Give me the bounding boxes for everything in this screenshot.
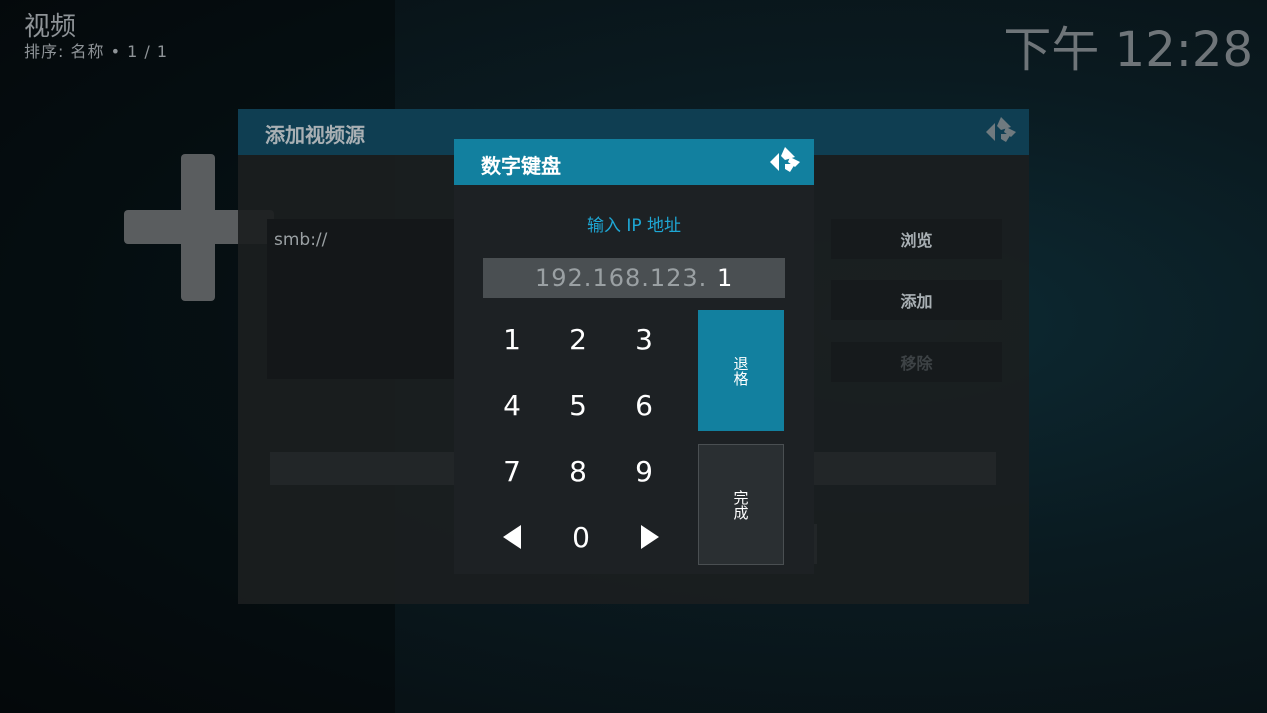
key-5[interactable]: 5 [550, 377, 606, 433]
kodi-logo-icon [986, 117, 1016, 142]
key-6[interactable]: 6 [616, 377, 672, 433]
ip-prompt: 输入 IP 地址 [586, 216, 682, 236]
key-4[interactable]: 4 [484, 377, 540, 433]
remove-button[interactable]: 移除 [831, 342, 1002, 382]
key-9[interactable]: 9 [616, 443, 672, 499]
key-3[interactable]: 3 [616, 311, 672, 367]
ip-entered-text: 192.168.123. [535, 264, 708, 292]
add-button[interactable]: 添加 [831, 280, 1002, 320]
key-7[interactable]: 7 [484, 443, 540, 499]
add-video-source-title: 添加视频源 [265, 123, 365, 147]
cursor-left-button[interactable] [484, 509, 540, 565]
numeric-keypad-title: 数字键盘 [481, 154, 561, 178]
done-button[interactable]: 完成 [698, 444, 784, 565]
key-8[interactable]: 8 [550, 443, 606, 499]
backspace-button[interactable]: 退格 [698, 310, 784, 431]
kodi-logo-icon [770, 147, 800, 172]
ip-current-digit: 1 [717, 264, 733, 292]
sort-info: 排序: 名称 • 1 / 1 [24, 42, 169, 61]
cursor-right-button[interactable] [622, 509, 678, 565]
key-1[interactable]: 1 [484, 311, 540, 367]
key-2[interactable]: 2 [550, 311, 606, 367]
arrow-right-icon [641, 525, 659, 549]
arrow-left-icon [503, 525, 521, 549]
source-path-value: smb:// [274, 230, 328, 250]
key-0[interactable]: 0 [553, 509, 609, 565]
browse-button[interactable]: 浏览 [831, 219, 1002, 259]
clock: 下午 12:28 [1003, 22, 1253, 78]
